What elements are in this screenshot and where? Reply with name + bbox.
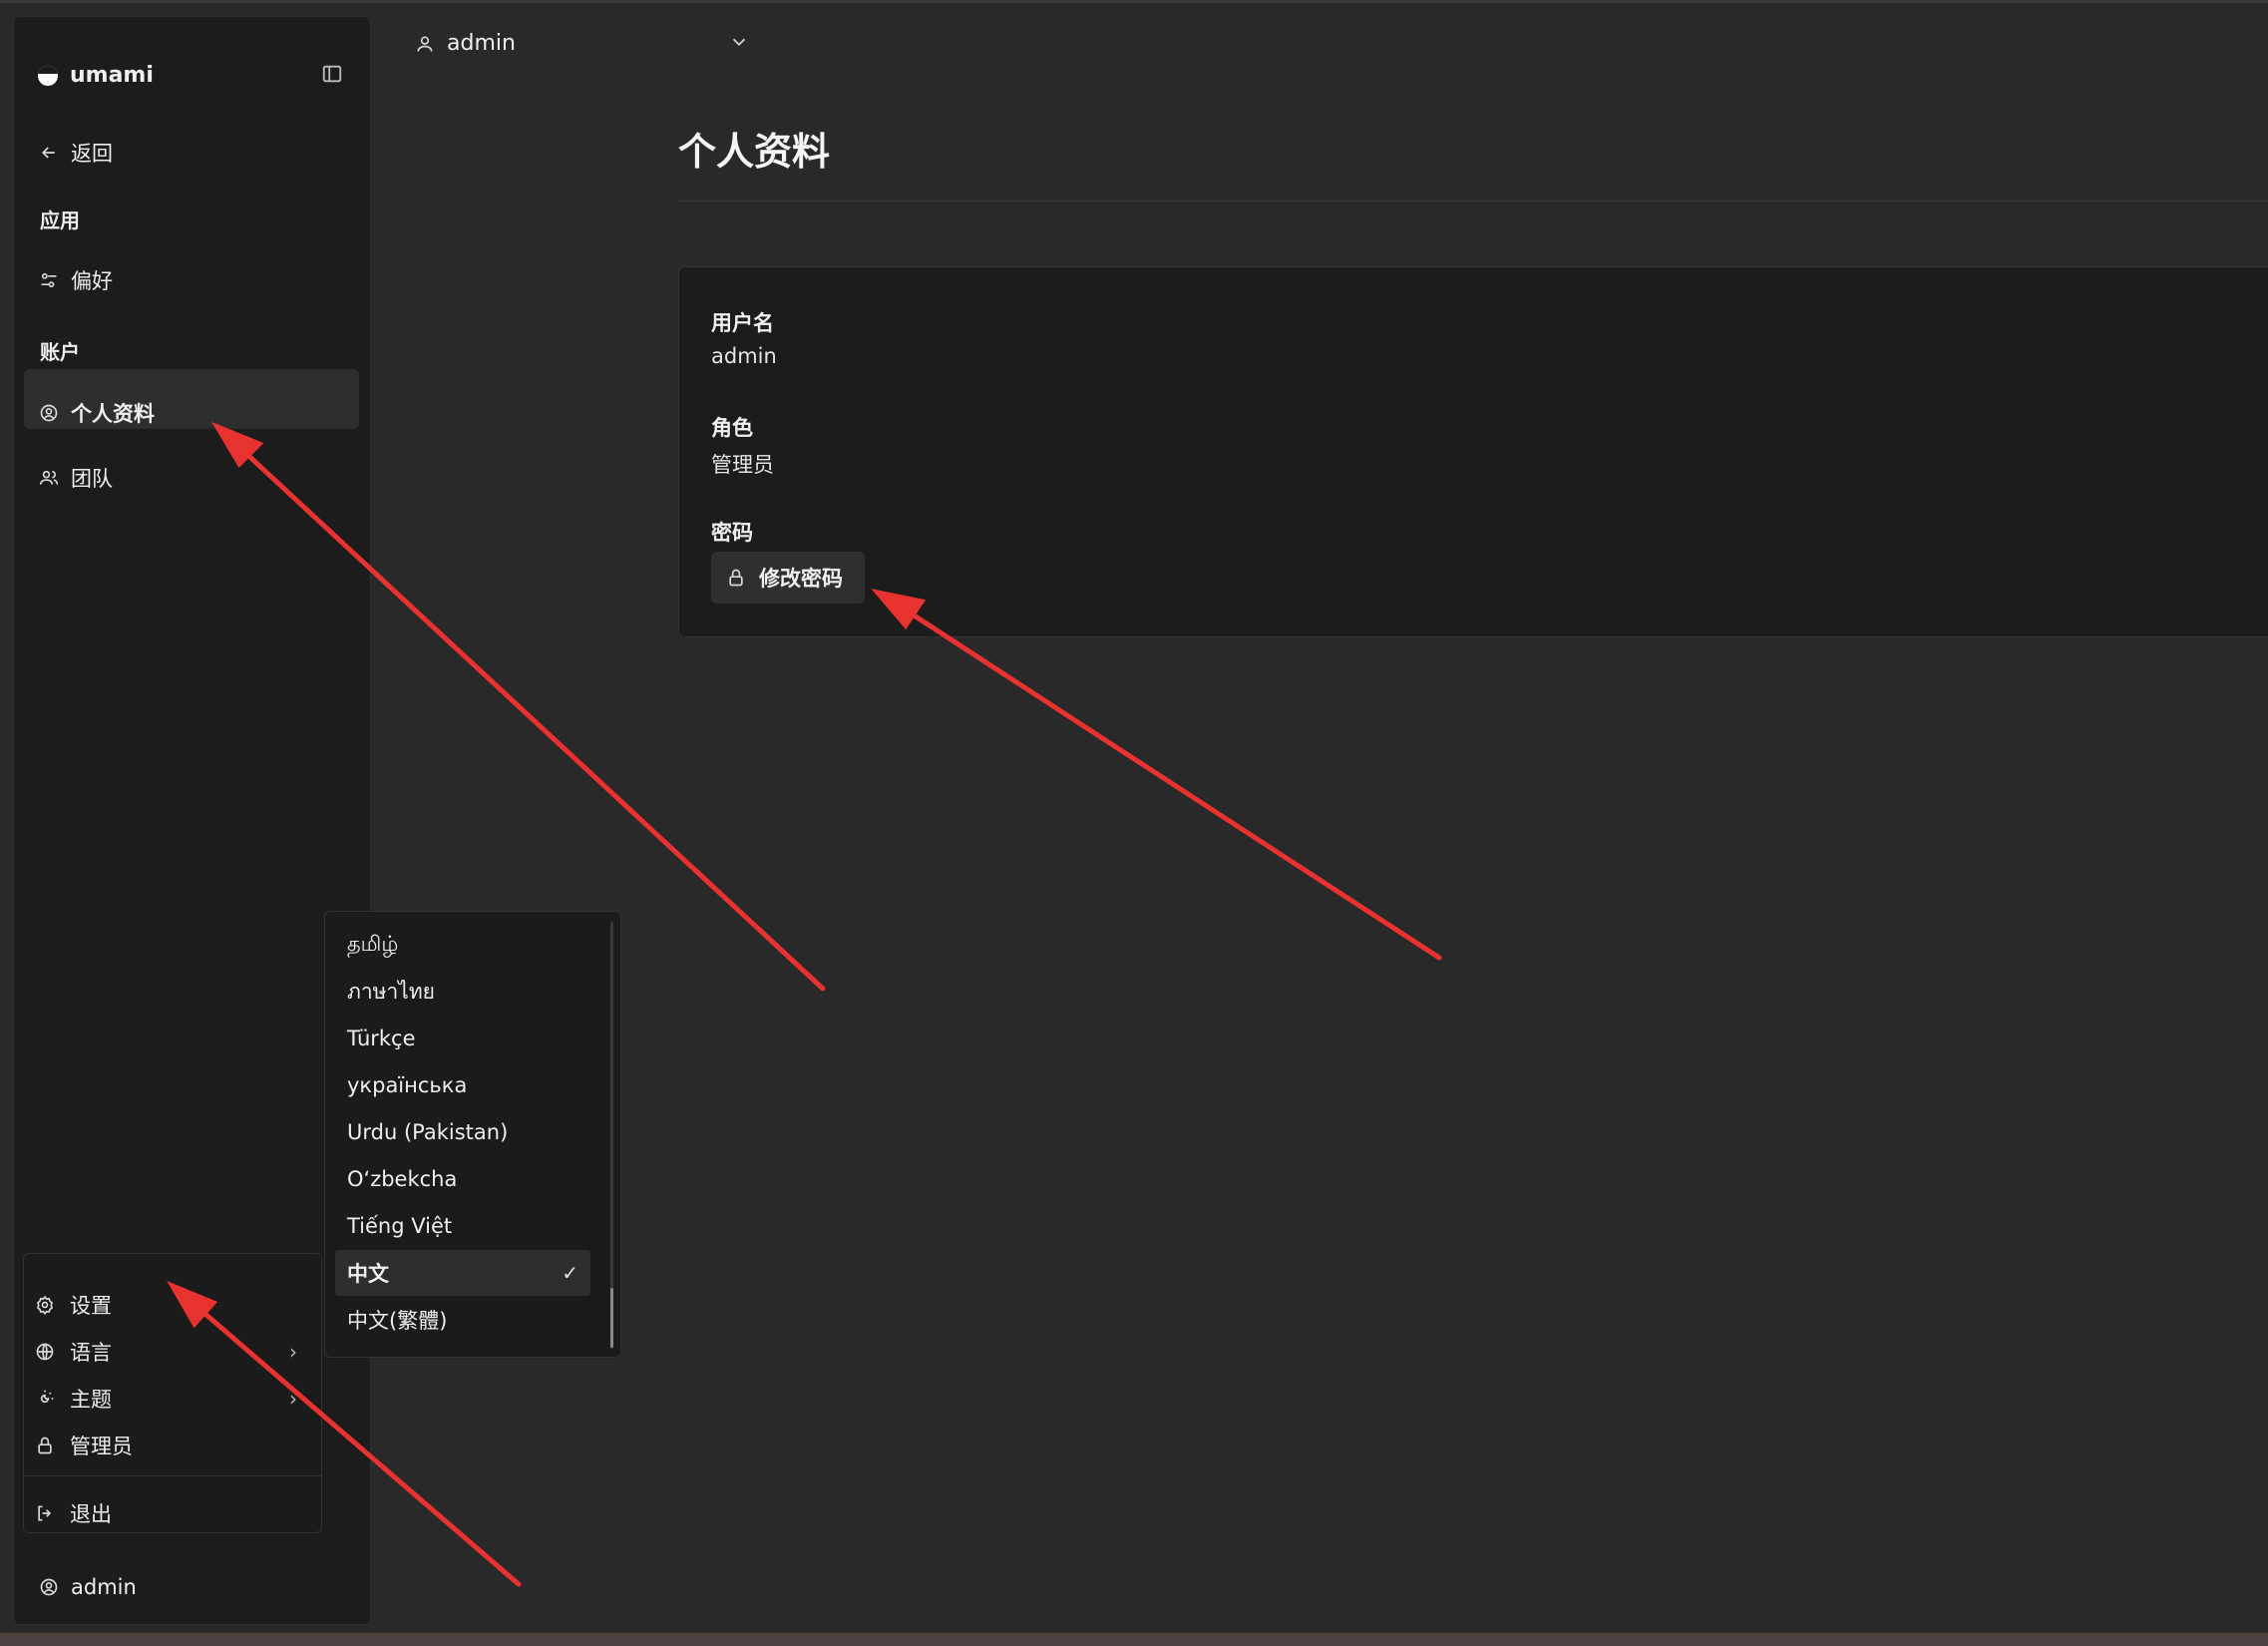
brand[interactable]: umami xyxy=(38,63,154,88)
app-window: admin 个人资料 用户名 admin 角色 管理员 密码 修改密码 umam… xyxy=(0,0,2268,1633)
change-password-button[interactable]: 修改密码 xyxy=(711,552,865,604)
menu-item-label: 管理员 xyxy=(70,1435,133,1458)
language-option-label: Türkçe xyxy=(347,1027,416,1050)
umami-logo-icon xyxy=(38,65,58,86)
section-account: 账户 xyxy=(40,340,80,364)
sidebar-user-name: admin xyxy=(71,1575,137,1599)
sidebar-item-teams[interactable]: 团队 xyxy=(38,463,113,493)
language-option[interactable]: ภาษาไทย xyxy=(335,969,590,1015)
arrow-left-icon xyxy=(38,142,60,164)
language-option-label: தமிழ் xyxy=(347,931,399,956)
team-switcher-label: admin xyxy=(447,31,516,56)
sidebar-item-label: 偏好 xyxy=(71,269,113,293)
window-bottom-strip xyxy=(0,1633,2268,1646)
sidebar-item-profile[interactable]: 个人资料 xyxy=(38,398,155,428)
sidebar-item-label: 团队 xyxy=(71,467,113,491)
lock-icon xyxy=(725,567,747,589)
language-option[interactable]: 中文(繁體) xyxy=(335,1297,590,1343)
language-option[interactable]: українська xyxy=(335,1062,590,1108)
menu-item-label: 设置 xyxy=(70,1294,112,1318)
scrollbar-track[interactable] xyxy=(610,922,613,1349)
scrollbar-thumb[interactable] xyxy=(610,1288,613,1348)
role-value: 管理员 xyxy=(711,453,774,477)
page-title: 个人资料 xyxy=(678,130,831,174)
username-value: admin xyxy=(711,344,777,368)
user-circle-icon xyxy=(38,1576,60,1598)
change-password-label: 修改密码 xyxy=(759,567,843,591)
username-label: 用户名 xyxy=(711,311,774,335)
sliders-icon xyxy=(38,269,60,291)
menu-item-settings[interactable]: 设置 xyxy=(34,1290,311,1320)
chevron-right-icon: › xyxy=(289,1387,297,1411)
language-option-label: O‘zbekcha xyxy=(347,1167,458,1191)
logout-icon xyxy=(34,1502,56,1524)
language-menu: தமிழ் ภาษาไทย Türkçe українська Urdu (Pa… xyxy=(324,911,621,1358)
gear-icon xyxy=(34,1294,56,1316)
language-option-label: 中文(繁體) xyxy=(347,1309,448,1333)
language-option[interactable]: Urdu (Pakistan) xyxy=(335,1109,590,1155)
chevron-right-icon: › xyxy=(289,1340,297,1364)
password-label: 密码 xyxy=(711,521,753,545)
divider xyxy=(678,201,2268,202)
check-icon: ✓ xyxy=(562,1261,578,1285)
sidebar-toggle-icon[interactable] xyxy=(321,63,343,85)
profile-card: 用户名 admin 角色 管理员 密码 修改密码 xyxy=(678,266,2268,637)
brand-name: umami xyxy=(70,63,154,88)
user-menu: 设置 语言 › 主题 › 管理员 退出 xyxy=(23,1253,322,1533)
language-option-label: Tiếng Việt xyxy=(347,1214,453,1238)
user-icon xyxy=(414,33,436,55)
language-option-label: українська xyxy=(347,1073,468,1097)
users-icon xyxy=(38,467,60,489)
role-label: 角色 xyxy=(711,416,753,440)
menu-item-admin[interactable]: 管理员 xyxy=(34,1431,311,1460)
menu-item-label: 主题 xyxy=(70,1388,112,1412)
sidebar-item-label: 个人资料 xyxy=(71,402,155,426)
user-circle-icon xyxy=(38,402,60,424)
language-option-label: 中文 xyxy=(347,1262,389,1286)
menu-item-label: 语言 xyxy=(70,1341,112,1365)
language-option-selected[interactable]: 中文 ✓ xyxy=(335,1250,590,1296)
annotation-arrow xyxy=(890,599,1442,961)
menu-item-language[interactable]: 语言 › xyxy=(34,1337,311,1367)
sidebar-item-preferences[interactable]: 偏好 xyxy=(38,265,113,295)
section-app: 应用 xyxy=(40,208,80,232)
menu-item-label: 退出 xyxy=(70,1502,112,1526)
sidebar: umami 返回 应用 偏好 账户 个人资料 团队 设置 语言 › 主题 › 管… xyxy=(13,16,371,1625)
menu-item-logout[interactable]: 退出 xyxy=(34,1498,311,1528)
sidebar-user[interactable]: admin xyxy=(38,1575,137,1599)
back-label: 返回 xyxy=(71,142,113,166)
language-option-label: ภาษาไทย xyxy=(347,979,435,1004)
sun-moon-icon xyxy=(34,1388,56,1410)
menu-item-theme[interactable]: 主题 › xyxy=(34,1384,311,1414)
globe-icon xyxy=(34,1341,56,1363)
language-option[interactable]: Tiếng Việt xyxy=(335,1203,590,1249)
lock-icon xyxy=(34,1435,56,1456)
language-option[interactable]: Türkçe xyxy=(335,1016,590,1061)
back-link[interactable]: 返回 xyxy=(38,138,113,168)
chevron-down-icon[interactable] xyxy=(728,31,750,53)
team-switcher[interactable]: admin xyxy=(414,31,516,56)
menu-divider xyxy=(24,1475,321,1476)
language-option[interactable]: தமிழ் xyxy=(335,922,590,968)
language-option[interactable]: O‘zbekcha xyxy=(335,1156,590,1202)
language-option-label: Urdu (Pakistan) xyxy=(347,1120,509,1144)
